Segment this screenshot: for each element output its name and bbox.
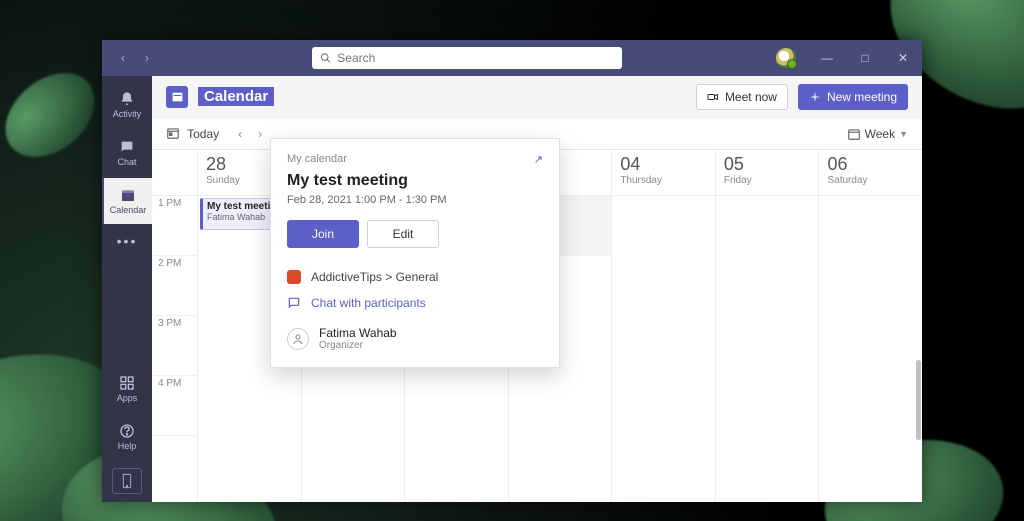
rail-label: Activity: [113, 109, 142, 119]
rail-item-mobile[interactable]: [112, 468, 142, 494]
apps-icon: [119, 375, 135, 391]
today-button[interactable]: Today: [166, 126, 219, 141]
rail-label: Calendar: [110, 205, 147, 215]
page-header: Calendar Meet now New meeting: [152, 76, 922, 118]
day-name: Friday: [724, 175, 811, 186]
search-icon: [320, 52, 331, 64]
view-selector[interactable]: Week ▼: [847, 127, 908, 141]
day-number: 06: [827, 154, 914, 175]
day-column[interactable]: 06Saturday: [819, 150, 922, 502]
time-label: 2 PM: [152, 256, 197, 316]
day-number: 05: [724, 154, 811, 175]
day-name: Thursday: [620, 175, 707, 186]
calendar-icon: [120, 187, 136, 203]
chat-icon: [287, 296, 301, 310]
rail-item-activity[interactable]: Activity: [102, 82, 152, 128]
person-role: Organizer: [319, 340, 397, 351]
rail-item-chat[interactable]: Chat: [102, 130, 152, 176]
scrollbar[interactable]: [916, 360, 921, 440]
event-organizer: Fatima Wahab: [207, 212, 265, 222]
window-minimize-button[interactable]: ―: [808, 40, 846, 76]
person-icon: [287, 328, 309, 350]
day-number: 04: [620, 154, 707, 175]
day-column[interactable]: 05Friday: [716, 150, 820, 502]
chat-label: Chat with participants: [311, 296, 426, 310]
nav-forward-button[interactable]: ›: [136, 47, 158, 69]
titlebar: ‹ › ― □ ✕: [102, 40, 922, 76]
time-axis: 1 PM 2 PM 3 PM 4 PM: [152, 150, 198, 502]
day-name: Saturday: [827, 175, 914, 186]
popover-time: Feb 28, 2021 1:00 PM - 1:30 PM: [287, 194, 543, 206]
button-label: Edit: [393, 227, 414, 241]
rail-label: Help: [118, 441, 137, 451]
more-icon: •••: [117, 233, 138, 249]
team-icon: [287, 270, 301, 284]
button-label: Meet now: [725, 90, 777, 104]
expand-icon[interactable]: ↗: [534, 153, 543, 166]
popover-title: My test meeting: [287, 172, 543, 190]
meet-now-button[interactable]: Meet now: [696, 84, 788, 110]
mobile-icon: [122, 473, 132, 489]
popover-calendar-label: My calendar: [287, 153, 347, 166]
rail-label: Chat: [117, 157, 136, 167]
channel-label: AddictiveTips > General: [311, 270, 438, 284]
app-window: ‹ › ― □ ✕ Activity Chat: [102, 40, 922, 502]
search-input-wrap[interactable]: [312, 47, 622, 69]
new-meeting-button[interactable]: New meeting: [798, 84, 908, 110]
person-name: Fatima Wahab: [319, 326, 397, 340]
chat-icon: [119, 139, 135, 155]
video-icon: [707, 91, 719, 103]
prev-week-button[interactable]: ‹: [231, 127, 249, 141]
page-title: Calendar: [198, 87, 274, 106]
channel-link[interactable]: AddictiveTips > General: [287, 264, 543, 290]
bell-icon: [119, 91, 135, 107]
calendar-app-icon: [166, 86, 188, 108]
time-label: 3 PM: [152, 316, 197, 376]
day-column[interactable]: 04Thursday: [612, 150, 716, 502]
chevron-down-icon: ▼: [899, 129, 908, 139]
chat-link[interactable]: Chat with participants: [287, 290, 543, 316]
today-icon: [166, 126, 180, 140]
help-icon: [119, 423, 135, 439]
rail-item-calendar[interactable]: Calendar: [102, 178, 152, 224]
user-avatar[interactable]: [776, 48, 796, 68]
search-input[interactable]: [337, 51, 614, 65]
organizer-row[interactable]: Fatima Wahab Organizer: [287, 316, 543, 351]
nav-rail: Activity Chat Calendar ••• Apps Help: [102, 76, 152, 502]
rail-item-help[interactable]: Help: [102, 414, 152, 460]
next-week-button[interactable]: ›: [251, 127, 269, 141]
button-label: New meeting: [827, 90, 897, 104]
edit-button[interactable]: Edit: [367, 220, 439, 248]
view-label: Week: [865, 127, 895, 141]
join-button[interactable]: Join: [287, 220, 359, 248]
calendar-small-icon: [847, 127, 861, 141]
event-popover: My calendar ↗ My test meeting Feb 28, 20…: [270, 138, 560, 368]
button-label: Today: [187, 127, 219, 141]
rail-item-more[interactable]: •••: [102, 226, 152, 256]
rail-item-apps[interactable]: Apps: [102, 366, 152, 412]
window-maximize-button[interactable]: □: [846, 40, 884, 76]
nav-back-button[interactable]: ‹: [112, 47, 134, 69]
rail-label: Apps: [117, 393, 138, 403]
button-label: Join: [312, 227, 334, 241]
time-label: 4 PM: [152, 376, 197, 436]
plus-icon: [809, 91, 821, 103]
window-close-button[interactable]: ✕: [884, 40, 922, 76]
time-label: 1 PM: [152, 196, 197, 256]
